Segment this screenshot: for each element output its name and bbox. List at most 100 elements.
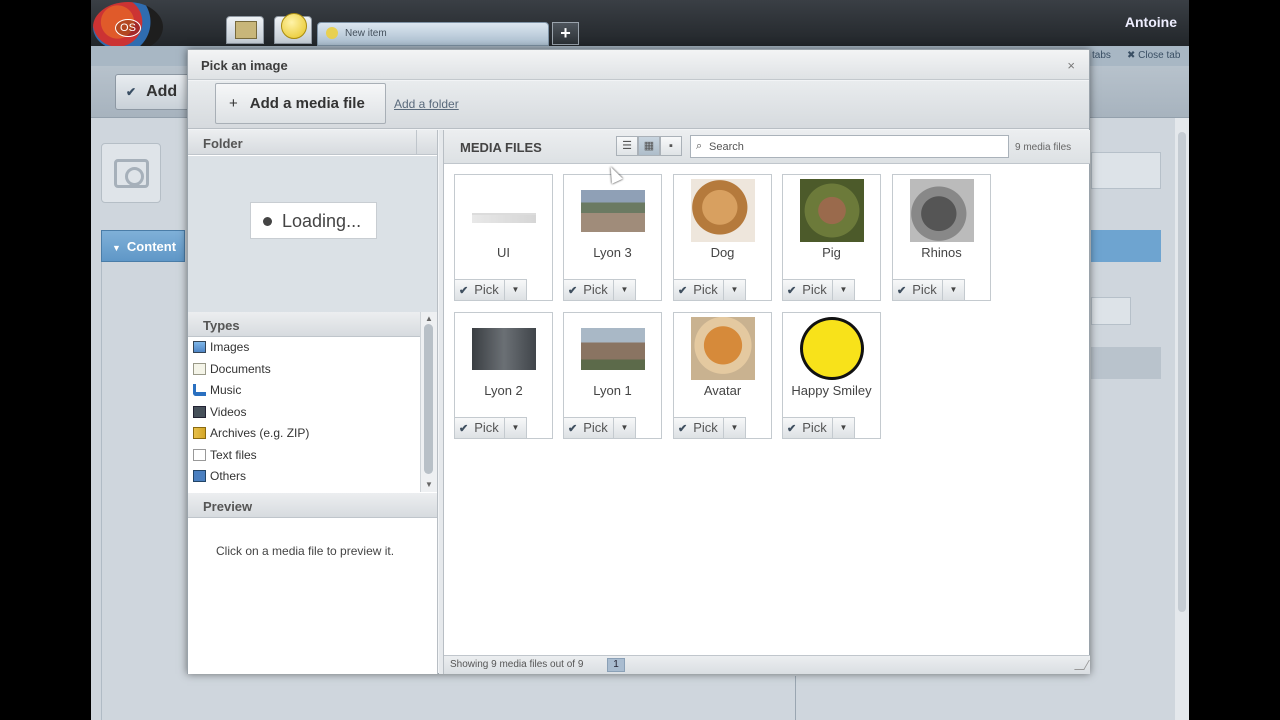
chevron-down-icon[interactable]: ▼: [724, 279, 746, 300]
media-card-ui[interactable]: UI ✔ Pick ▼: [454, 174, 553, 301]
background-field[interactable]: [1091, 152, 1161, 189]
type-item-text-files[interactable]: Text files: [190, 445, 418, 465]
content-header[interactable]: ▼ Content: [101, 230, 185, 262]
chevron-down-icon[interactable]: ▼: [724, 417, 746, 438]
archives-icon: [193, 427, 206, 439]
pick-image-dialog: Pick an image × + Add a media file Add a …: [187, 49, 1090, 674]
lyon-2-thumbnail: [472, 328, 536, 370]
media-card-happy-smiley[interactable]: Happy Smiley ✔ Pick ▼: [782, 312, 881, 439]
search-input[interactable]: ⌕ Search: [690, 135, 1009, 158]
folder-tree[interactable]: Loading...: [188, 156, 437, 312]
ui-thumbnail: [472, 213, 536, 223]
pick-button[interactable]: ✔ Pick: [564, 279, 614, 300]
background-section-header: [1091, 230, 1161, 262]
type-item-archives[interactable]: Archives (e.g. ZIP): [190, 423, 418, 443]
media-card-avatar[interactable]: Avatar ✔ Pick ▼: [673, 312, 772, 439]
types-scrollbar[interactable]: ▲ ▼: [420, 312, 437, 492]
left-panel: Folder Loading... Types Images Documents…: [188, 130, 438, 674]
tab-notes-icon[interactable]: [226, 16, 264, 44]
chevron-down-icon[interactable]: ▼: [833, 279, 855, 300]
clock-icon: [263, 217, 272, 226]
preview-hint: Click on a media file to preview it.: [216, 544, 395, 558]
types-header: Types: [188, 312, 420, 337]
lyon-1-thumbnail: [581, 328, 645, 370]
types-list: Images Documents Music Videos Archives (…: [188, 337, 420, 492]
type-item-images[interactable]: Images: [190, 337, 418, 357]
resize-grip-icon[interactable]: [1074, 660, 1090, 670]
status-bar: Showing 9 media files out of 9 1: [444, 655, 1090, 674]
status-text: Showing 9 media files out of 9: [450, 659, 584, 670]
close-icon[interactable]: ×: [1067, 58, 1075, 73]
background-panel: [101, 262, 185, 720]
lyon-3-thumbnail: [581, 190, 645, 232]
pick-button[interactable]: ✔ Pick: [893, 279, 943, 300]
type-item-music[interactable]: Music: [190, 380, 418, 400]
chevron-down-icon[interactable]: ▼: [505, 417, 527, 438]
dialog-toolbar: + Add a media file Add a folder: [188, 81, 1089, 129]
add-folder-link[interactable]: Add a folder: [394, 97, 459, 111]
pick-button[interactable]: ✔ Pick: [674, 279, 724, 300]
media-card-lyon-2[interactable]: Lyon 2 ✔ Pick ▼: [454, 312, 553, 439]
media-card-rhinos[interactable]: Rhinos ✔ Pick ▼: [892, 174, 991, 301]
media-files-header: MEDIA FILES ☰ ▦ ▪ ⌕ Search 9 media files: [444, 130, 1090, 164]
preview-header: Preview: [188, 493, 437, 518]
chevron-down-icon[interactable]: ▼: [833, 417, 855, 438]
type-item-documents[interactable]: Documents: [190, 359, 418, 379]
pick-button[interactable]: ✔ Pick: [674, 417, 724, 438]
search-icon: ⌕: [696, 140, 703, 152]
documents-icon: [193, 363, 206, 375]
large-grid-view-icon[interactable]: ▪: [660, 136, 682, 156]
add-tab-button[interactable]: +: [552, 22, 579, 45]
avatar-thumbnail: [691, 317, 755, 380]
chevron-down-icon[interactable]: ▼: [943, 279, 965, 300]
add-media-file-button[interactable]: + Add a media file: [215, 83, 386, 124]
type-item-videos[interactable]: Videos: [190, 402, 418, 422]
loading-indicator: Loading...: [250, 202, 377, 239]
preview-pane: Click on a media file to preview it.: [188, 519, 437, 674]
plus-icon: +: [229, 95, 238, 112]
media-card-lyon-1[interactable]: Lyon 1 ✔ Pick ▼: [563, 312, 662, 439]
background-add-button[interactable]: ✔ Add: [115, 74, 195, 110]
pick-button[interactable]: ✔ Pick: [564, 417, 614, 438]
top-bar: OS New item + Antoine: [91, 0, 1189, 52]
others-icon: [193, 470, 206, 482]
page-scrollbar[interactable]: [1175, 118, 1189, 720]
close-tab-link[interactable]: ✖ Close tab: [1127, 50, 1180, 61]
grid-view-icon[interactable]: ▦: [638, 136, 660, 156]
list-view-icon[interactable]: ☰: [616, 136, 638, 156]
tabs-link[interactable]: tabs: [1092, 50, 1111, 61]
type-item-others[interactable]: Others: [190, 466, 418, 486]
media-card-lyon-3[interactable]: Lyon 3 ✔ Pick ▼: [563, 174, 662, 301]
folder-header: Folder: [188, 130, 437, 155]
check-icon: ✔: [126, 85, 137, 99]
media-card-pig[interactable]: Pig ✔ Pick ▼: [782, 174, 881, 301]
media-files-panel: MEDIA FILES ☰ ▦ ▪ ⌕ Search 9 media files …: [443, 130, 1090, 674]
pick-button[interactable]: ✔ Pick: [783, 279, 833, 300]
pick-button[interactable]: ✔ Pick: [783, 417, 833, 438]
pick-button[interactable]: ✔ Pick: [455, 417, 505, 438]
rhinos-thumbnail: [910, 179, 974, 242]
happy-smiley-thumbnail: [800, 317, 864, 380]
media-card-dog[interactable]: Dog ✔ Pick ▼: [673, 174, 772, 301]
dog-thumbnail: [691, 179, 755, 242]
pick-button[interactable]: ✔ Pick: [455, 279, 505, 300]
chevron-down-icon[interactable]: ▼: [505, 279, 527, 300]
divider: [795, 676, 796, 720]
pig-thumbnail: [800, 179, 864, 242]
media-grid: UI ✔ Pick ▼ Lyon 3 ✔ Pick ▼ Dog ✔ Pick ▼ Pi…: [444, 165, 1090, 655]
chevron-down-icon[interactable]: ▼: [614, 417, 636, 438]
chevron-down-icon[interactable]: ▼: [614, 279, 636, 300]
dialog-titlebar: Pick an image ×: [188, 50, 1089, 80]
page-number[interactable]: 1: [607, 658, 625, 672]
text-files-icon: [193, 449, 206, 461]
media-count: 9 media files: [1015, 142, 1072, 153]
tab-new-item[interactable]: New item: [317, 22, 549, 46]
user-name[interactable]: Antoine: [1125, 14, 1177, 30]
background-field[interactable]: [1091, 297, 1131, 325]
tab-smiley-icon[interactable]: [274, 13, 312, 44]
camera-icon[interactable]: [101, 143, 161, 203]
orchard-logo[interactable]: OS: [93, 2, 163, 52]
videos-icon: [193, 406, 206, 418]
music-icon: [193, 384, 206, 396]
smiley-icon: [326, 27, 338, 39]
